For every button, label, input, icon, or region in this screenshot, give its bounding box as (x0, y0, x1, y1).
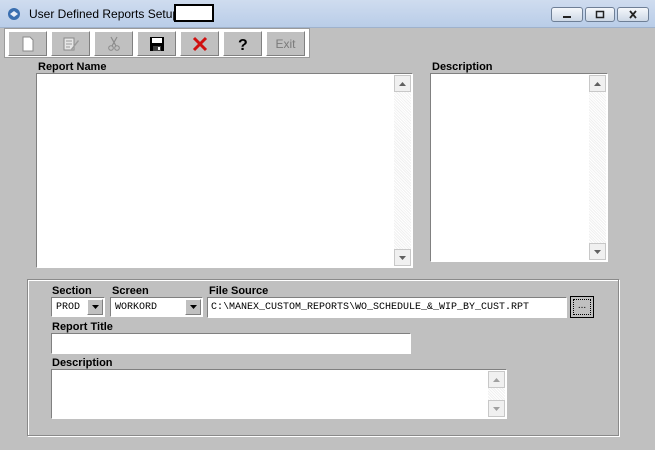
section-dropdown-button[interactable] (87, 299, 103, 315)
scroll-up-arrow-icon[interactable] (589, 75, 606, 92)
file-source-value: C:\MANEX_CUSTOM_REPORTS\WO_SCHEDULE_&_WI… (211, 302, 530, 313)
cut-button[interactable] (94, 31, 133, 56)
scroll-up-arrow-icon[interactable] (394, 75, 411, 92)
maximize-button[interactable] (585, 7, 615, 22)
new-document-icon (22, 36, 33, 51)
floppy-disk-icon (149, 36, 164, 51)
section-select[interactable]: PROD (51, 297, 105, 317)
edit-icon (63, 37, 79, 50)
close-window-button[interactable] (617, 7, 649, 22)
edit-button[interactable] (51, 31, 90, 56)
save-button[interactable] (137, 31, 176, 56)
minimize-button[interactable] (551, 7, 583, 22)
restore-icon (595, 10, 605, 19)
report-title-field[interactable] (51, 333, 411, 354)
chevron-down-icon (189, 305, 197, 309)
scissors-icon (107, 36, 120, 51)
question-mark-icon: ? (238, 37, 248, 52)
delete-button[interactable] (180, 31, 219, 56)
section-value: PROD (56, 302, 81, 313)
screen-select[interactable]: WORKORD (110, 297, 203, 317)
window-title: User Defined Reports Setup (29, 7, 180, 21)
exit-button[interactable]: Exit (266, 31, 305, 56)
description-label: Description (52, 357, 113, 369)
minimize-icon (563, 16, 571, 18)
scroll-down-arrow-icon[interactable] (488, 400, 505, 417)
scroll-up-arrow-icon[interactable] (488, 371, 505, 388)
chevron-down-icon (91, 305, 99, 309)
app-icon (8, 8, 20, 20)
description-list-scrollbar[interactable] (589, 75, 606, 260)
scroll-down-arrow-icon[interactable] (394, 249, 411, 266)
description-list-label: Description (432, 61, 493, 73)
browse-label: ... (573, 299, 591, 315)
help-button[interactable]: ? (223, 31, 262, 56)
report-name-list[interactable] (36, 73, 413, 268)
description-scrollbar[interactable] (488, 371, 505, 417)
red-x-icon (192, 36, 207, 51)
title-box (174, 4, 214, 22)
description-list[interactable] (430, 73, 608, 262)
report-name-label: Report Name (38, 61, 107, 73)
report-title-label: Report Title (52, 321, 113, 333)
file-source-field[interactable]: C:\MANEX_CUSTOM_REPORTS\WO_SCHEDULE_&_WI… (207, 297, 567, 318)
new-button[interactable] (8, 31, 47, 56)
report-name-scrollbar[interactable] (394, 75, 411, 266)
screen-dropdown-button[interactable] (185, 299, 201, 315)
screen-label: Screen (112, 285, 149, 297)
screen-value: WORKORD (115, 302, 158, 313)
title-bar: User Defined Reports Setup (0, 0, 655, 28)
toolbar: ? Exit (4, 28, 310, 58)
file-source-label: File Source (209, 285, 269, 297)
description-textarea[interactable] (51, 369, 507, 419)
close-icon (629, 10, 637, 19)
browse-file-button[interactable]: ... (570, 296, 594, 318)
section-label: Section (52, 285, 92, 297)
svg-text:?: ? (238, 37, 248, 52)
scroll-down-arrow-icon[interactable] (589, 243, 606, 260)
